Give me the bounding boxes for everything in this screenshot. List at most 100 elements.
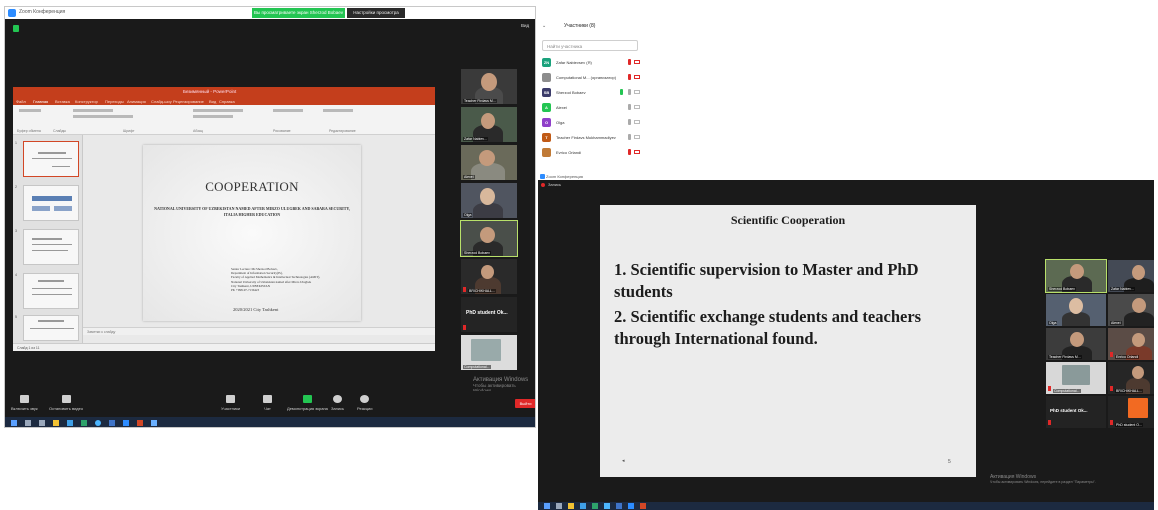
mic-icon bbox=[628, 134, 631, 140]
ppt-tab[interactable]: Справка bbox=[219, 99, 235, 104]
chat-button[interactable]: Чат bbox=[263, 395, 272, 411]
participant-video[interactable]: Teacher Firdavs M... bbox=[461, 69, 517, 104]
slide-title: Scientific Cooperation bbox=[730, 213, 846, 227]
ppt-tab[interactable]: Анимация bbox=[127, 99, 146, 104]
zoom-icon[interactable] bbox=[123, 420, 129, 426]
record-button[interactable]: Запись bbox=[331, 395, 344, 411]
share-screen-button[interactable]: Демонстрация экрана bbox=[287, 395, 328, 411]
slide-point: 2. Scientific exchange students and teac… bbox=[614, 307, 922, 348]
slide-thumbnail[interactable] bbox=[23, 315, 79, 341]
video-icon bbox=[634, 90, 640, 94]
participant-video[interactable]: Computational... bbox=[1046, 362, 1106, 394]
slide-notes[interactable]: Заметки к слайду bbox=[83, 327, 435, 335]
people-icon bbox=[226, 395, 236, 403]
muted-mic-icon bbox=[463, 325, 466, 330]
participant-row[interactable]: O Olga bbox=[542, 118, 642, 129]
participant-video[interactable]: BRICHIKHALL... bbox=[461, 259, 517, 294]
previous-slide-arrow-icon[interactable]: ◂ bbox=[622, 458, 625, 464]
security-shield-icon[interactable] bbox=[13, 25, 19, 32]
thumb-line bbox=[32, 250, 68, 251]
participant-video[interactable]: PhD student Ok... bbox=[461, 297, 517, 332]
collapse-chevron-icon[interactable]: ⌄ bbox=[542, 23, 546, 29]
participant-video-active-speaker[interactable]: Sherzod Bobaev bbox=[460, 220, 518, 257]
slide-thumbnail[interactable] bbox=[23, 229, 79, 265]
video-icon bbox=[634, 105, 640, 109]
participant-row[interactable]: A Alexei bbox=[542, 103, 642, 114]
app-icon[interactable] bbox=[151, 420, 157, 426]
avatar: ZN bbox=[542, 58, 551, 67]
start-icon[interactable] bbox=[544, 503, 550, 509]
slide-thumbnail[interactable] bbox=[23, 273, 79, 309]
app-icon[interactable] bbox=[81, 420, 87, 426]
app-icon[interactable] bbox=[67, 420, 73, 426]
app-icon[interactable] bbox=[592, 503, 598, 509]
participant-name: Sherzod Bobaev bbox=[1048, 287, 1076, 291]
start-icon[interactable] bbox=[11, 420, 17, 426]
participant-row[interactable]: Computational M... (организатор) bbox=[542, 73, 642, 84]
ppt-tab[interactable]: Файл bbox=[16, 99, 26, 104]
share-screen-icon bbox=[302, 395, 312, 403]
participant-name-placeholder: PhD student Ok... bbox=[466, 310, 508, 316]
ppt-tab[interactable]: Вид bbox=[209, 99, 216, 104]
leave-button[interactable]: Выйти bbox=[515, 399, 535, 408]
participant-video-active-speaker[interactable]: Sherzod Bobaev bbox=[1045, 259, 1107, 293]
thumb-number: 2 bbox=[15, 185, 17, 189]
participant-row[interactable]: SB Sherzod Bobaev bbox=[542, 88, 642, 99]
stop-video-button[interactable]: Остановить видео bbox=[49, 395, 83, 411]
ppt-tab[interactable]: Конструктор bbox=[75, 99, 98, 104]
participant-video[interactable]: Alexei bbox=[461, 145, 517, 180]
participant-video[interactable]: PhD student O... bbox=[1108, 396, 1154, 428]
participant-row[interactable]: ZN Zafar Nabievsev (Я) bbox=[542, 58, 642, 69]
thumb-number: 4 bbox=[15, 273, 17, 277]
shared-slide[interactable]: Scientific Cooperation 1. Scientific sup… bbox=[600, 205, 976, 477]
participant-video[interactable]: PhD student Ok... bbox=[1046, 396, 1106, 428]
word-icon[interactable] bbox=[616, 503, 622, 509]
thumb-block bbox=[32, 196, 72, 201]
participant-video[interactable]: Zafar Nabiev... bbox=[1108, 260, 1154, 292]
powerpoint-icon[interactable] bbox=[640, 503, 646, 509]
ppt-tab[interactable]: Рецензирование bbox=[173, 99, 204, 104]
muted-mic-icon bbox=[628, 149, 631, 155]
slide-thumbnail[interactable] bbox=[23, 141, 79, 177]
participant-search-input[interactable]: Найти участника bbox=[542, 40, 638, 51]
ribbon-block bbox=[193, 109, 243, 112]
participant-video[interactable]: Computational... bbox=[461, 335, 517, 370]
participant-video[interactable]: Olga bbox=[461, 183, 517, 218]
ppt-tab[interactable]: Главная bbox=[33, 99, 48, 104]
participant-name: BRICHIKHALL... bbox=[1115, 389, 1143, 393]
explorer-icon[interactable] bbox=[568, 503, 574, 509]
avatar: SB bbox=[542, 88, 551, 97]
slide-thumbnail[interactable] bbox=[23, 185, 79, 221]
browser-icon[interactable] bbox=[95, 420, 101, 426]
search-icon[interactable] bbox=[556, 503, 562, 509]
ppt-tab[interactable]: Вставка bbox=[55, 99, 70, 104]
participant-video[interactable]: Olga bbox=[1046, 294, 1106, 326]
search-icon[interactable] bbox=[25, 420, 31, 426]
participant-video[interactable]: Alexei bbox=[1108, 294, 1154, 326]
reactions-button[interactable]: Реакции bbox=[357, 395, 372, 411]
participant-video[interactable]: Zafar Nabiev... bbox=[461, 107, 517, 142]
thumb-line bbox=[32, 288, 72, 289]
word-icon[interactable] bbox=[109, 420, 115, 426]
browser-icon[interactable] bbox=[604, 503, 610, 509]
zoom-icon[interactable] bbox=[628, 503, 634, 509]
view-button[interactable]: Вид bbox=[521, 23, 529, 28]
app-title: Zoom Конференция bbox=[546, 173, 583, 179]
ppt-current-slide[interactable]: COOPERATION NATIONAL UNIVERSITY OF UZBEK… bbox=[143, 145, 361, 321]
app-icon[interactable] bbox=[580, 503, 586, 509]
participant-video[interactable]: Teacher Firdavs M... bbox=[1046, 328, 1106, 360]
task-view-icon[interactable] bbox=[39, 420, 45, 426]
participant-row[interactable]: T Teacher Firdavs Mukhammadiyev bbox=[542, 133, 642, 144]
participants-button[interactable]: Участники bbox=[221, 395, 240, 411]
view-options-button[interactable]: Настройки просмотра bbox=[347, 8, 405, 18]
unmute-button[interactable]: Включить звук bbox=[11, 395, 38, 411]
participant-row[interactable]: Evrico Orlandi bbox=[542, 148, 642, 159]
ppt-tab[interactable]: Слайд-шоу bbox=[151, 99, 172, 104]
explorer-icon[interactable] bbox=[53, 420, 59, 426]
powerpoint-icon[interactable] bbox=[137, 420, 143, 426]
zoom-logo-icon bbox=[8, 9, 16, 17]
ppt-tab[interactable]: Переходы bbox=[105, 99, 124, 104]
participant-video[interactable]: Enrico Orlandi bbox=[1108, 328, 1154, 360]
participant-video[interactable]: BRICHIKHALL... bbox=[1108, 362, 1154, 394]
thumb-line bbox=[32, 238, 62, 240]
